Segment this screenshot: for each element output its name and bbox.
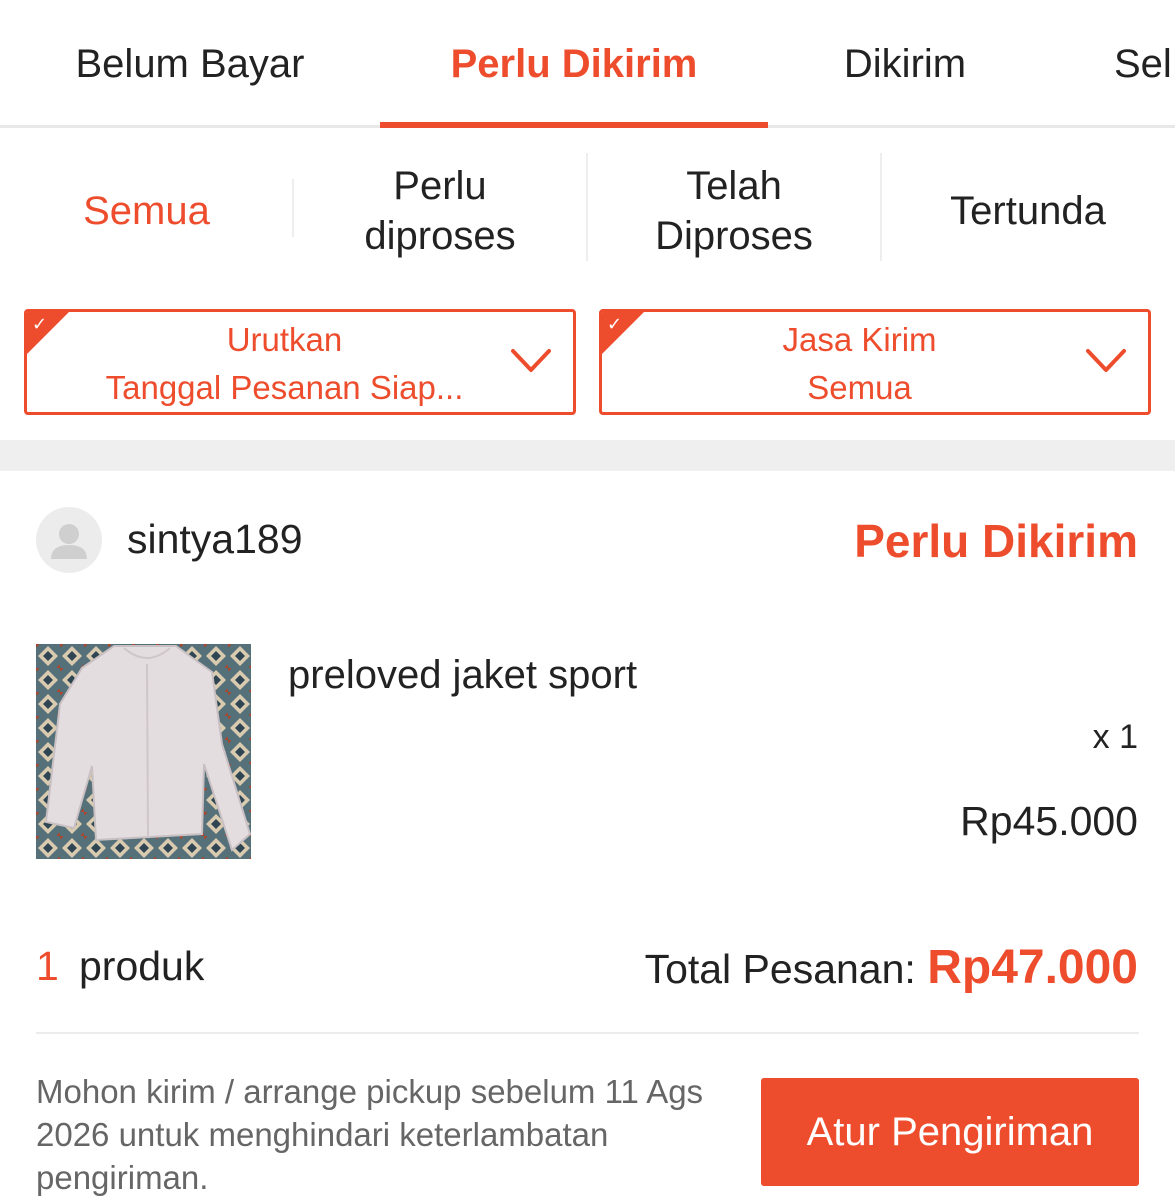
subtab-telah-diproses[interactable]: Telah Diproses: [587, 131, 881, 291]
shipping-deadline-notice: Mohon kirim / arrange pickup sebelum 11 …: [36, 1073, 704, 1196]
sort-filter-value: Tanggal Pesanan Siap...: [105, 369, 464, 406]
sort-filter-title: Urutkan: [226, 321, 343, 358]
chevron-down-icon: [511, 349, 551, 372]
courier-filter-value: Semua: [807, 369, 912, 406]
subtab-label: Tertunda: [950, 189, 1106, 233]
courier-filter-title: Jasa Kirim: [782, 321, 937, 358]
order-total-value: Rp47.000: [927, 941, 1138, 994]
product-count: 1: [36, 943, 59, 989]
subtab-label: Diproses: [655, 214, 813, 258]
arrange-shipment-button[interactable]: Atur Pengiriman: [761, 1078, 1139, 1186]
order-total: Total Pesanan: Rp47.000: [645, 940, 1138, 995]
subtab-label: Telah: [686, 164, 782, 208]
buyer-username[interactable]: sintya189: [127, 516, 303, 563]
section-separator: [0, 440, 1175, 471]
check-icon: ✓: [32, 314, 48, 334]
user-avatar-icon: [51, 524, 87, 559]
subtab-label: diproses: [364, 214, 516, 258]
product-name[interactable]: preloved jaket sport: [288, 653, 637, 698]
subtab-label: Perlu: [393, 164, 487, 208]
product-photo: [36, 644, 251, 859]
tab-selesai[interactable]: Sel: [1114, 0, 1175, 128]
tab-perlu-dikirim[interactable]: Perlu Dikirim: [380, 0, 768, 128]
order-status-tabs: Belum Bayar Perlu Dikirim Dikirim Sel: [0, 0, 1175, 128]
sub-status-tabs: Semua Perlu diproses Telah Diproses Tert…: [0, 131, 1175, 291]
tab-dikirim[interactable]: Dikirim: [768, 0, 1042, 128]
product-image[interactable]: [36, 644, 251, 859]
courier-filter-dropdown[interactable]: ✓ Jasa Kirim Semua: [599, 309, 1151, 415]
courier-filter-text: Jasa Kirim Semua: [632, 316, 1087, 412]
buyer-avatar[interactable]: [36, 507, 102, 573]
product-count-label: produk: [79, 943, 205, 989]
order-total-label: Total Pesanan:: [644, 946, 928, 992]
chevron-down-icon: [1086, 349, 1126, 372]
app-root: Belum Bayar Perlu Dikirim Dikirim Sel Se…: [0, 0, 1175, 1200]
order-status-label: Perlu Dikirim: [854, 515, 1138, 567]
active-tab-indicator: [380, 122, 768, 128]
subtab-label: Semua: [83, 189, 210, 233]
sort-filter-dropdown[interactable]: ✓ Urutkan Tanggal Pesanan Siap...: [24, 309, 576, 415]
check-icon: ✓: [607, 314, 623, 334]
product-quantity: x 1: [1092, 718, 1138, 756]
card-divider: [36, 1032, 1139, 1034]
subtab-perlu-diproses[interactable]: Perlu diproses: [293, 131, 587, 291]
sort-filter-text: Urutkan Tanggal Pesanan Siap...: [57, 316, 512, 412]
tab-belum-bayar[interactable]: Belum Bayar: [0, 0, 380, 128]
subtab-semua[interactable]: Semua: [0, 131, 293, 291]
subtab-tertunda[interactable]: Tertunda: [881, 131, 1175, 291]
product-price: Rp45.000: [960, 798, 1138, 844]
